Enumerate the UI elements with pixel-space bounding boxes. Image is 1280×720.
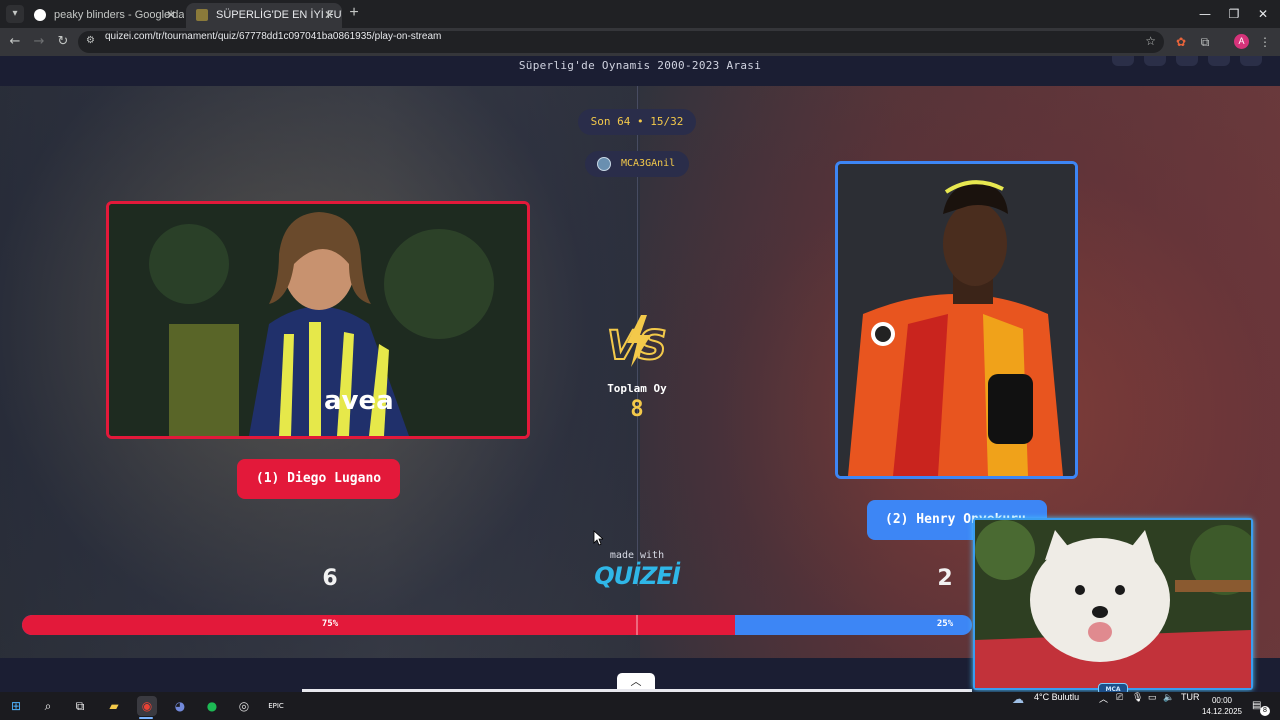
cloud-icon[interactable]: ☁	[1012, 692, 1024, 706]
browser-tab-bar: ▾ peaky blinders - Google'da Ara ✕ SÜPER…	[0, 0, 1280, 28]
tab-search-button[interactable]: ▾	[6, 5, 24, 23]
google-icon	[34, 9, 46, 21]
extensions-puzzle-icon[interactable]: ⧉	[1196, 33, 1214, 51]
epic-games-icon[interactable]: EPIC	[266, 696, 286, 716]
menu-kebab-icon[interactable]: ⋮	[1256, 33, 1274, 51]
candidate-right-image[interactable]	[835, 161, 1078, 479]
quiz-title: Süperlig'de Oynamis 2000-2023 Arasi	[518, 59, 762, 72]
forward-button[interactable]: →	[30, 33, 48, 51]
webcam-dog-video	[975, 520, 1251, 688]
task-view-icon[interactable]: ⧉	[70, 696, 90, 716]
quizei-icon	[196, 9, 208, 21]
toolbar-button[interactable]	[1240, 56, 1262, 66]
svg-text:avea: avea	[324, 386, 394, 416]
discord-icon[interactable]: ◕	[170, 696, 190, 716]
windows-start-icon[interactable]: ⊞	[6, 696, 26, 716]
back-button[interactable]: ←	[6, 33, 24, 51]
candidate-left-image[interactable]: avea	[106, 201, 530, 439]
clock-time: 00:00	[1211, 696, 1233, 705]
vote-count-right: 2	[937, 566, 953, 591]
site-info-icon[interactable]: ⚙	[86, 35, 95, 46]
system-clock[interactable]: 00:00 14.12.2025	[1196, 695, 1248, 717]
vote-ratio-fill-left	[22, 615, 735, 635]
profile-avatar[interactable]: A	[1234, 34, 1249, 49]
browser-tab-quiz[interactable]: SÜPERLİG'DE EN İYİ FUTBOLCU ✕	[186, 3, 342, 28]
round-indicator: Son 64 • 15/32	[578, 109, 696, 135]
bookmark-star-icon[interactable]: ☆	[1145, 34, 1156, 48]
vote-ratio-midline	[636, 615, 638, 635]
player-photo-right	[838, 164, 1075, 476]
close-tab-icon[interactable]: ✕	[166, 3, 176, 27]
streamer-badge: MCA3GAnil	[585, 151, 689, 177]
tray-overflow-icon[interactable]: ︿	[1099, 692, 1108, 705]
tab-title: peaky blinders - Google'da Ara	[54, 9, 184, 21]
versus-lightning-icon: VS	[606, 315, 668, 369]
reload-button[interactable]: ↻	[54, 33, 72, 51]
windows-taskbar: ⊞ ⌕ ⧉ ▰ ◉ ◕ ● ◎ EPIC ☁ 4°C Bulutlu ︿ ⎚ 🎙…	[0, 692, 1280, 720]
network-icon[interactable]: ▭	[1148, 692, 1157, 703]
clock-date: 14.12.2025	[1201, 707, 1243, 716]
vote-count-left: 6	[322, 566, 338, 591]
meet-icon[interactable]: ⎚	[1116, 692, 1123, 703]
toolbar-button[interactable]	[1144, 56, 1166, 66]
url-text: quizei.com/tr/tournament/quiz/67778dd1c0…	[105, 31, 442, 42]
player-photo-left: avea	[109, 204, 527, 436]
weather-text[interactable]: 4°C Bulutlu	[1034, 692, 1079, 702]
chrome-icon[interactable]: ◉	[137, 696, 157, 716]
total-votes-value: 8	[630, 397, 644, 422]
notification-icon[interactable]: ▤ 8	[1252, 700, 1270, 716]
made-with-label: made with	[609, 550, 665, 561]
quizei-logo: QUİZEİ	[594, 562, 681, 590]
spotify-icon[interactable]: ●	[202, 696, 222, 716]
percent-left: 75%	[321, 619, 339, 629]
active-app-indicator	[139, 717, 153, 719]
extension-icon[interactable]: ✿	[1172, 33, 1190, 51]
mouse-cursor-icon	[593, 530, 603, 546]
browser-toolbar: ← → ↻ ⚙ quizei.com/tr/tournament/quiz/67…	[0, 28, 1280, 56]
microphone-icon[interactable]: 🎙	[1132, 692, 1143, 703]
toolbar-button[interactable]	[1112, 56, 1134, 66]
user-avatar-icon	[597, 157, 611, 171]
notification-count: 8	[1260, 706, 1270, 716]
search-icon[interactable]: ⌕	[38, 696, 58, 716]
new-tab-button[interactable]: +	[346, 5, 362, 21]
toolbar-button[interactable]	[1208, 56, 1230, 66]
webcam-overlay	[973, 518, 1253, 690]
browser-tab-google[interactable]: peaky blinders - Google'da Ara ✕	[24, 3, 184, 28]
volume-icon[interactable]: 🔈	[1163, 692, 1174, 703]
vote-button-left[interactable]: (1) Diego Lugano	[237, 459, 400, 499]
address-bar[interactable]: ⚙ quizei.com/tr/tournament/quiz/67778dd1…	[78, 31, 1164, 53]
vote-ratio-bar	[22, 615, 972, 635]
close-window-button[interactable]: ✕	[1246, 0, 1280, 28]
obs-icon[interactable]: ◎	[234, 696, 254, 716]
close-tab-icon[interactable]: ✕	[324, 3, 334, 27]
username: MCA3GAnil	[621, 158, 676, 169]
toolbar-button[interactable]	[1176, 56, 1198, 66]
file-explorer-icon[interactable]: ▰	[104, 696, 124, 716]
total-votes-label: Toplam Oy	[607, 382, 667, 395]
percent-right: 25%	[936, 619, 954, 629]
